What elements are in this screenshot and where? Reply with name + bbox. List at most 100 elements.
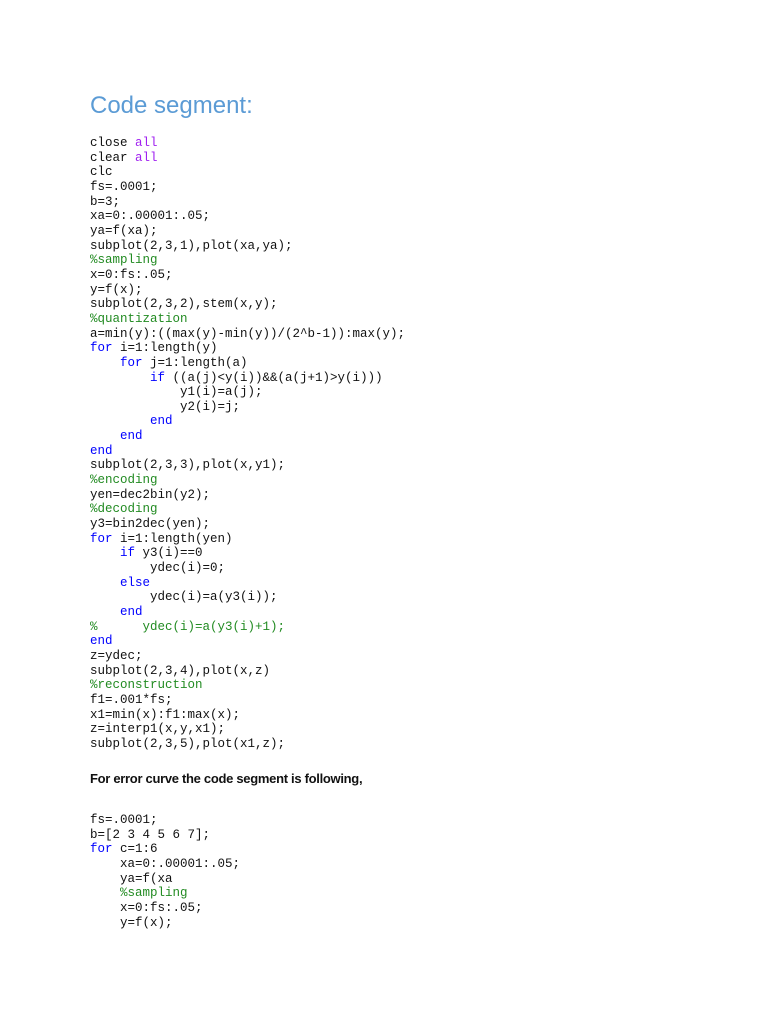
code-line: end [90,634,405,649]
code-text: x=0:fs:.05; [90,267,173,282]
code-keyword: for [120,355,143,370]
code-line: ydec(i)=a(y3(i)); [90,590,405,605]
code-comment: %sampling [120,886,188,901]
code-text: clear [90,150,136,165]
code-line: end [90,414,405,429]
code-line: for i=1:length(yen) [90,532,405,547]
code-keyword: end [150,414,173,429]
code-text: ydec(i)=0; [90,561,226,576]
code-string: all [135,136,158,150]
code-text: subplot(2,3,3),plot(x,y1); [90,458,286,473]
code-text: yen=dec2bin(y2); [90,487,211,502]
code-line: y1(i)=a(j); [90,385,405,400]
code-line: fs=.0001; [90,813,240,828]
code-string: all [135,150,158,165]
section-title: Code segment: [90,92,253,119]
code-text: clc [90,165,113,180]
code-text: x=0:fs:.05; [90,900,203,915]
code-keyword: else [120,575,151,590]
code-line: y2(i)=j; [90,400,405,415]
code-line: subplot(2,3,2),stem(x,y); [90,297,405,312]
code-text: xa=0:.00001:.05; [90,856,241,871]
code-line: subplot(2,3,4),plot(x,z) [90,664,405,679]
code-line: %sampling [90,886,240,901]
code-text: j=1:length(a) [142,355,248,370]
code-line: a=min(y):((max(y)-min(y))/(2^b-1)):max(y… [90,327,405,342]
code-line: yen=dec2bin(y2); [90,488,405,503]
code-keyword: if [120,546,136,561]
code-line: if y3(i)==0 [90,546,405,561]
code-line: clear all [90,151,405,166]
code-text: xa=0:.00001:.05; [90,209,211,224]
code-text: i=1:length(yen) [112,531,233,546]
code-line: x1=min(x):f1:max(x); [90,708,405,723]
code-line: %reconstruction [90,678,405,693]
code-line: subplot(2,3,5),plot(x1,z); [90,737,405,752]
code-line: %sampling [90,253,405,268]
code-text: c=1:6 [112,842,158,857]
code-line: y3=bin2dec(yen); [90,517,405,532]
code-text: y=f(x); [90,915,173,930]
code-text: subplot(2,3,5),plot(x1,z); [90,736,286,751]
code-text: y1(i)=a(j); [90,385,263,400]
code-block-error-curve: fs=.0001; b=[2 3 4 5 6 7]; for c=1:6 xa=0:… [90,813,240,930]
code-comment: % ydec(i)=a(y3(i)+1); [90,619,286,634]
code-line: for j=1:length(a) [90,356,405,371]
code-comment: %quantization [90,311,188,326]
code-line: end [90,444,405,459]
code-text: x1=min(x):f1:max(x); [90,707,241,722]
code-text: fs=.0001; [90,179,158,194]
code-text: f1=.001*fs; [90,692,173,707]
code-line: clc [90,165,405,180]
code-text: y=f(x); [90,282,143,297]
code-keyword: end [90,443,113,458]
code-line: z=ydec; [90,649,405,664]
code-comment: %sampling [90,253,158,268]
code-text: ya=f(xa [90,871,173,886]
code-line: if ((a(j)<y(i))&&(a(j+1)>y(i))) [90,371,405,386]
code-text: close [90,136,136,150]
code-text: ydec(i)=a(y3(i)); [90,590,278,605]
code-text: y2(i)=j; [90,399,241,414]
code-line: f1=.001*fs; [90,693,405,708]
code-keyword: if [150,370,166,385]
code-text: fs=.0001; [90,813,158,827]
code-comment: %encoding [90,473,158,488]
code-line: for i=1:length(y) [90,341,405,356]
code-text: b=3; [90,194,121,209]
code-line: % ydec(i)=a(y3(i)+1); [90,620,405,635]
code-block-main: close all clear all clc fs=.0001; b=3; xa=0:.… [90,136,405,752]
code-line: %quantization [90,312,405,327]
error-curve-paragraph: For error curve the code segment is foll… [90,771,363,786]
code-keyword: end [90,634,113,649]
code-text: i=1:length(y) [112,341,218,356]
code-line: else [90,576,405,591]
code-comment: %decoding [90,502,158,517]
code-line: end [90,429,405,444]
code-line: y=f(x); [90,916,240,931]
code-line: for c=1:6 [90,842,240,857]
code-keyword: end [120,605,143,619]
code-line: ydec(i)=0; [90,561,405,576]
code-line: subplot(2,3,1),plot(xa,ya); [90,239,405,254]
code-keyword: for [90,842,113,857]
code-line: end [90,605,405,620]
code-text: subplot(2,3,4),plot(x,z) [90,663,271,678]
code-text: z=ydec; [90,648,143,663]
code-line: z=interp1(x,y,x1); [90,722,405,737]
code-text: subplot(2,3,1),plot(xa,ya); [90,238,293,253]
code-text: b=[2 3 4 5 6 7]; [90,827,211,842]
code-comment: %reconstruction [90,678,203,693]
code-line: xa=0:.00001:.05; [90,857,240,872]
code-text: y3=bin2dec(yen); [90,517,211,532]
code-line: b=3; [90,195,405,210]
code-line: x=0:fs:.05; [90,901,240,916]
